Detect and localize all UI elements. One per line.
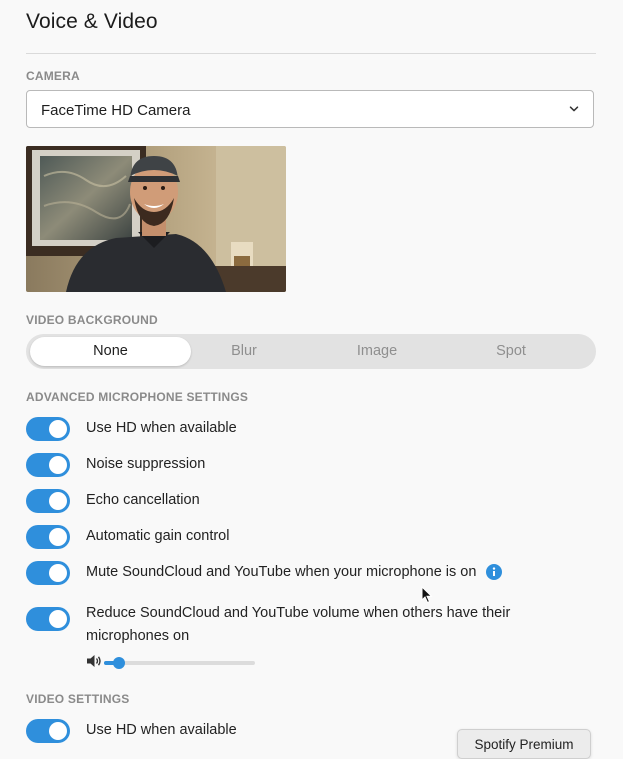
- camera-preview-image: [26, 146, 286, 292]
- volume-slider-thumb[interactable]: [113, 657, 126, 669]
- video-settings-section-label: VIDEO SETTINGS: [26, 692, 130, 706]
- spotify-premium-label: Spotify Premium: [474, 737, 574, 752]
- header-divider: [26, 53, 596, 54]
- toggle-knob: [49, 610, 67, 628]
- toggle-knob: [49, 528, 67, 546]
- mute-soundcloud-youtube-label: Mute SoundCloud and YouTube when your mi…: [86, 564, 477, 580]
- video-background-section-label: VIDEO BACKGROUND: [26, 313, 158, 327]
- mute-soundcloud-youtube-toggle[interactable]: [26, 561, 70, 585]
- camera-select-value: FaceTime HD Camera: [41, 102, 191, 119]
- toggle-knob: [49, 722, 67, 740]
- video-background-segmented-control: None Blur Image Spot: [26, 334, 596, 369]
- toggle-knob: [49, 420, 67, 438]
- video-use-hd-label: Use HD when available: [86, 722, 237, 738]
- info-icon[interactable]: [486, 564, 502, 580]
- volume-icon: [87, 655, 101, 667]
- echo-cancellation-toggle[interactable]: [26, 489, 70, 513]
- automatic-gain-control-toggle[interactable]: [26, 525, 70, 549]
- camera-select[interactable]: FaceTime HD Camera: [26, 90, 594, 128]
- reduce-soundcloud-youtube-label: Reduce SoundCloud and YouTube volume whe…: [86, 605, 511, 644]
- toggle-knob: [49, 564, 67, 582]
- camera-preview: [26, 146, 286, 292]
- mic-use-hd-label: Use HD when available: [86, 420, 237, 436]
- noise-suppression-toggle[interactable]: [26, 453, 70, 477]
- page-title: Voice & Video: [26, 10, 158, 33]
- camera-section-label: CAMERA: [26, 69, 80, 83]
- mouse-cursor-icon: [421, 586, 433, 604]
- toggle-knob: [49, 456, 67, 474]
- video-use-hd-toggle[interactable]: [26, 719, 70, 743]
- spotify-premium-button[interactable]: Spotify Premium: [457, 729, 591, 759]
- automatic-gain-control-label: Automatic gain control: [86, 528, 230, 544]
- toggle-knob: [49, 492, 67, 510]
- reduce-soundcloud-youtube-toggle[interactable]: [26, 607, 70, 631]
- mic-use-hd-toggle[interactable]: [26, 417, 70, 441]
- volume-slider[interactable]: [104, 657, 255, 669]
- noise-suppression-label: Noise suppression: [86, 456, 206, 472]
- chevron-down-icon: [569, 106, 579, 112]
- video-background-option-spot[interactable]: Spot: [431, 337, 591, 366]
- echo-cancellation-label: Echo cancellation: [86, 492, 200, 508]
- advanced-microphone-section-label: ADVANCED MICROPHONE SETTINGS: [26, 390, 249, 404]
